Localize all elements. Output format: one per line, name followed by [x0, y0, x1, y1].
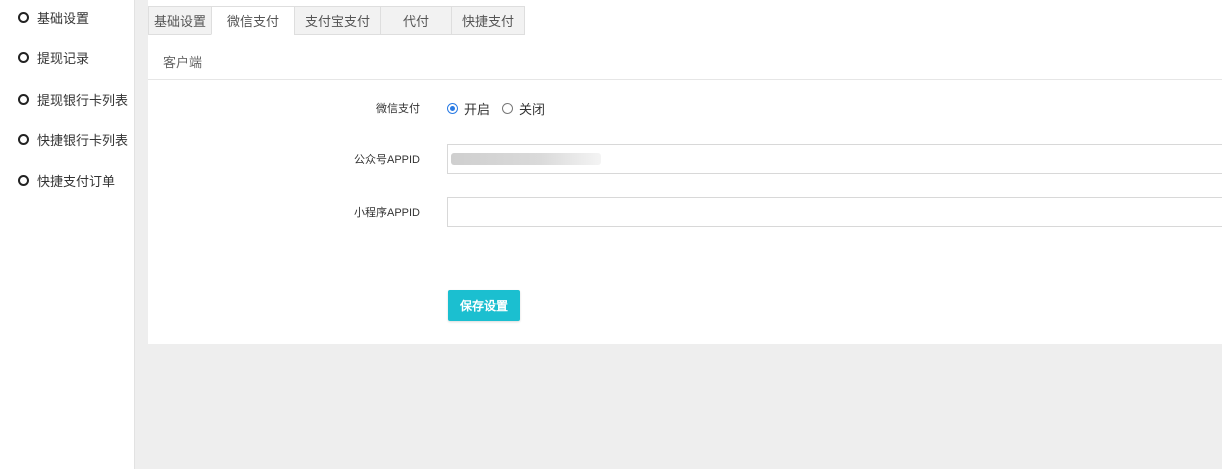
circle-icon	[18, 174, 29, 186]
radio-enable[interactable]: 开启	[447, 99, 490, 118]
circle-icon	[18, 51, 29, 63]
tab-alipay[interactable]: 支付宝支付	[294, 6, 380, 35]
sidebar-item-label: 提现银行卡列表	[37, 92, 129, 108]
tab-quick-pay[interactable]: 快捷支付	[451, 6, 525, 35]
tab-bar: 基础设置 微信支付 支付宝支付 代付 快捷支付	[148, 6, 525, 35]
sidebar-item-withdraw-bank-cards[interactable]: 提现银行卡列表	[18, 89, 128, 109]
wechat-pay-radio-group: 开启 关闭	[447, 99, 557, 117]
sidebar-item-label: 快捷支付订单	[37, 173, 116, 189]
radio-disable[interactable]: 关闭	[502, 99, 545, 118]
sidebar-item-basic-settings[interactable]: 基础设置	[18, 7, 89, 27]
tab-payout[interactable]: 代付	[380, 6, 451, 35]
sidebar-item-label: 提现记录	[37, 50, 90, 66]
wechat-pay-label: 微信支付	[376, 103, 420, 115]
subtab-client[interactable]: 客户端	[163, 52, 202, 71]
sidebar-item-quick-pay-orders[interactable]: 快捷支付订单	[18, 170, 115, 190]
main-panel: 基础设置 微信支付 支付宝支付 代付 快捷支付 客户端 微信支付 开启 关闭 公…	[148, 0, 1222, 344]
tab-basic-settings[interactable]: 基础设置	[148, 6, 211, 35]
mini-appid-input[interactable]	[447, 197, 1222, 227]
radio-disable-label: 关闭	[519, 101, 546, 117]
mini-appid-label: 小程序APPID	[353, 207, 420, 219]
sidebar-item-label: 基础设置	[37, 10, 90, 26]
circle-icon	[18, 11, 29, 23]
sidebar-item-label: 快捷银行卡列表	[37, 132, 129, 148]
radio-enable-label: 开启	[464, 101, 491, 117]
circle-icon	[18, 133, 29, 145]
sidebar-item-withdraw-records[interactable]: 提现记录	[18, 47, 89, 67]
circle-icon	[18, 93, 29, 105]
save-button[interactable]: 保存设置	[448, 290, 520, 321]
radio-selected-icon	[447, 102, 458, 114]
mp-appid-label: 公众号APPID	[353, 154, 420, 166]
tab-wechat-pay[interactable]: 微信支付	[211, 6, 294, 35]
sidebar-item-quick-bank-cards[interactable]: 快捷银行卡列表	[18, 129, 128, 149]
divider	[148, 79, 1222, 80]
sidebar: 基础设置 提现记录 提现银行卡列表 快捷银行卡列表 快捷支付订单	[0, 0, 135, 469]
mp-appid-input[interactable]	[447, 144, 1222, 174]
radio-unselected-icon	[502, 102, 514, 114]
